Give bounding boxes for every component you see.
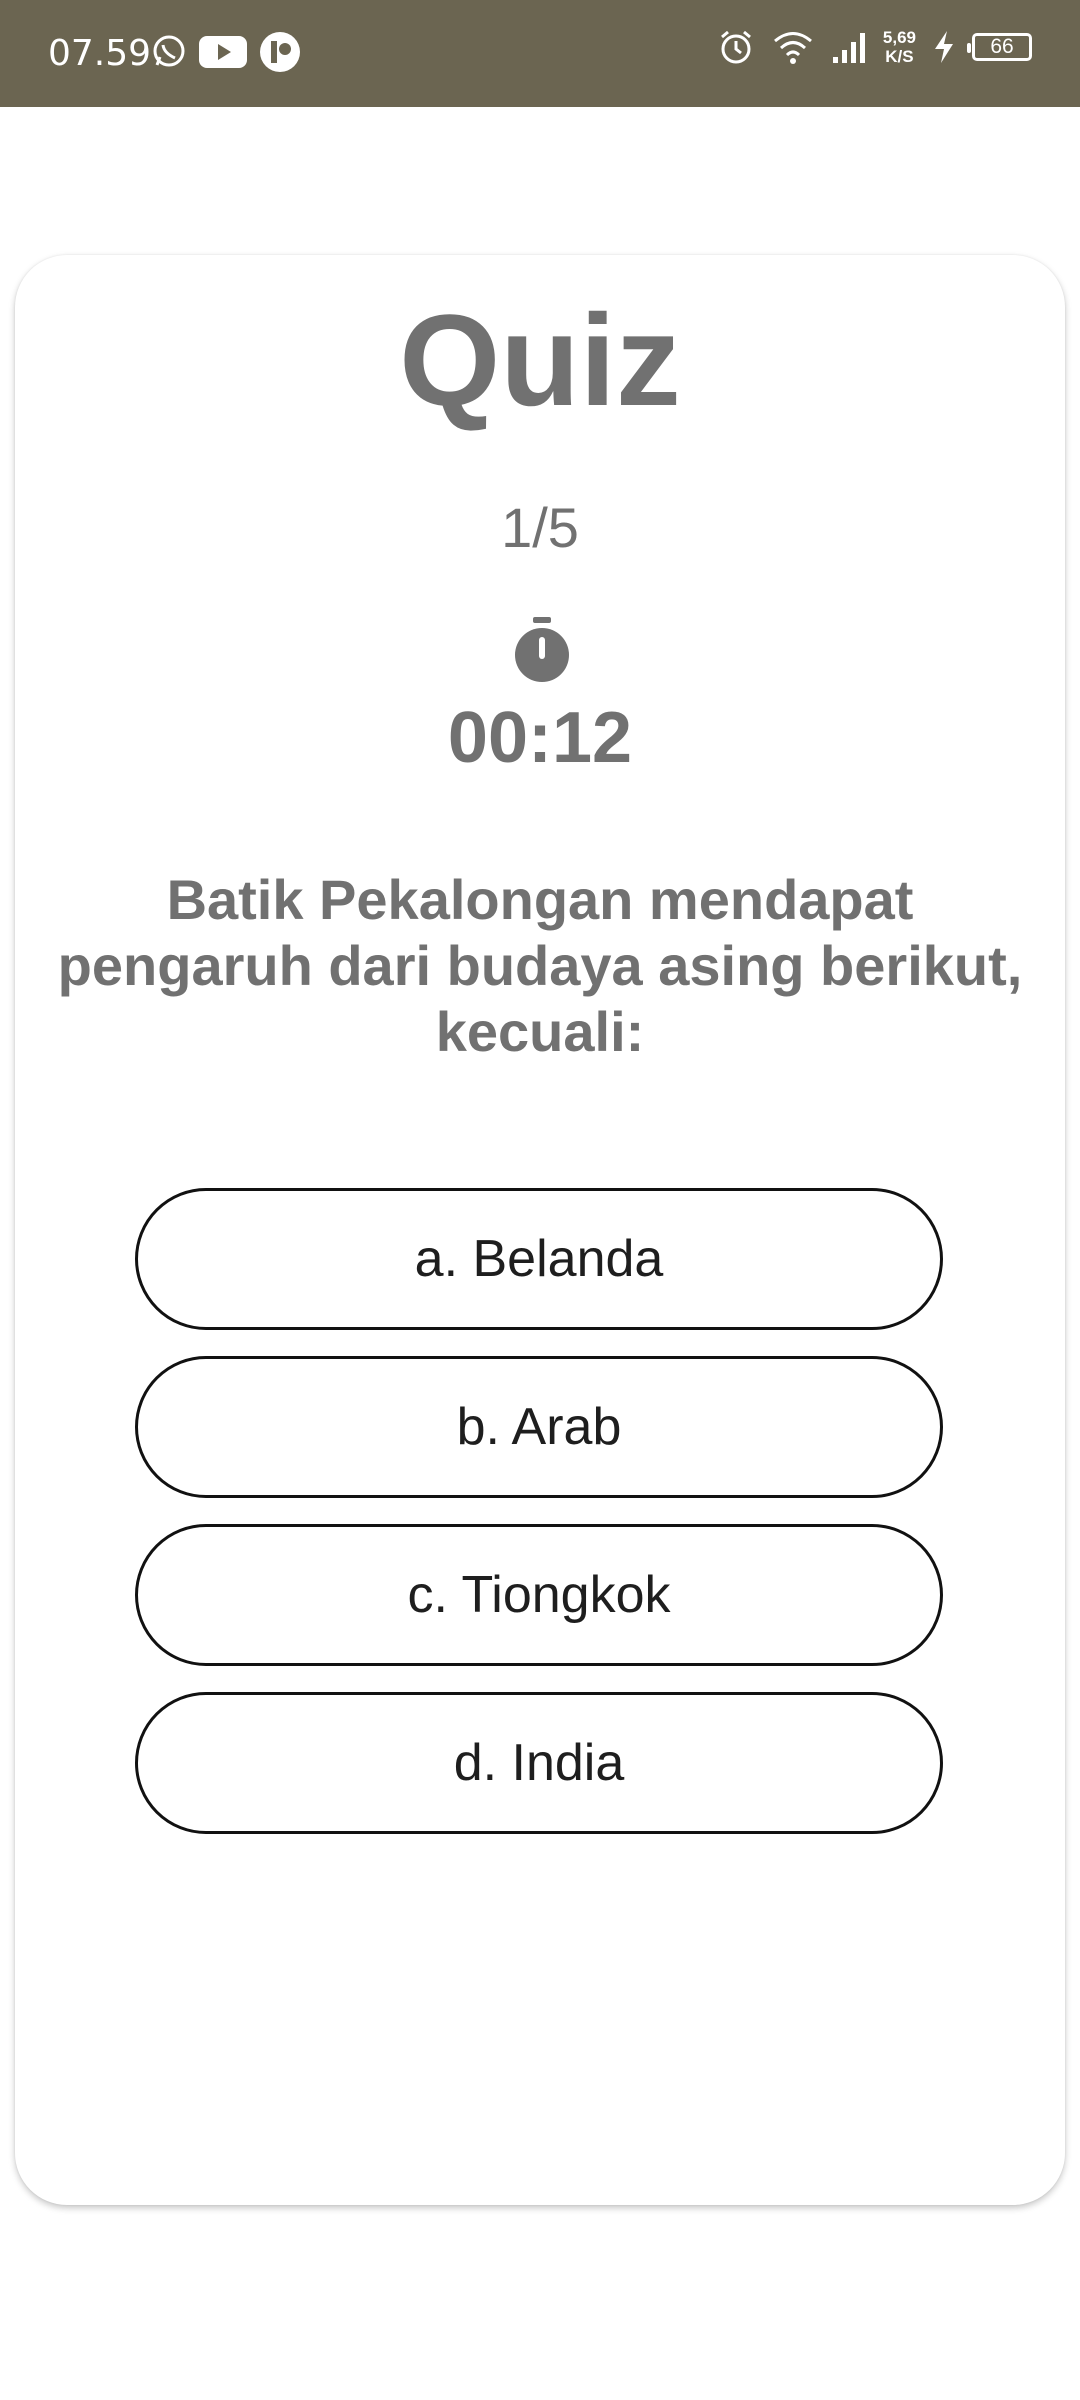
status-time: 07.59: [48, 33, 152, 74]
network-speed: 5,69 K/S: [882, 28, 916, 66]
answer-option-d[interactable]: d. India: [135, 1692, 943, 1834]
charging-icon: [935, 31, 953, 63]
youtube-icon: [199, 36, 247, 68]
signal-icon: [832, 33, 865, 63]
wifi-icon: [773, 32, 812, 64]
alarm-icon: [720, 30, 751, 64]
status-bar: 07.59 5,69 K/S 66: [0, 0, 1080, 107]
app-icon: [260, 32, 300, 72]
quiz-title: Quiz: [399, 287, 681, 433]
question-text: Batik Pekalongan mendapat pengaruh dari …: [57, 868, 1023, 1063]
answer-option-b[interactable]: b. Arab: [135, 1356, 943, 1498]
answer-option-a[interactable]: a. Belanda: [135, 1188, 943, 1330]
answer-option-c[interactable]: c. Tiongkok: [135, 1524, 943, 1666]
stopwatch-icon: [515, 617, 569, 682]
question-progress: 1/5: [501, 496, 579, 559]
countdown-timer: 00:12: [447, 698, 633, 778]
whatsapp-icon: [153, 35, 185, 67]
battery-indicator: 66: [967, 33, 1032, 61]
quiz-card: Quiz 1/5 00:12 Batik Pekalongan mendapat…: [15, 255, 1065, 2205]
